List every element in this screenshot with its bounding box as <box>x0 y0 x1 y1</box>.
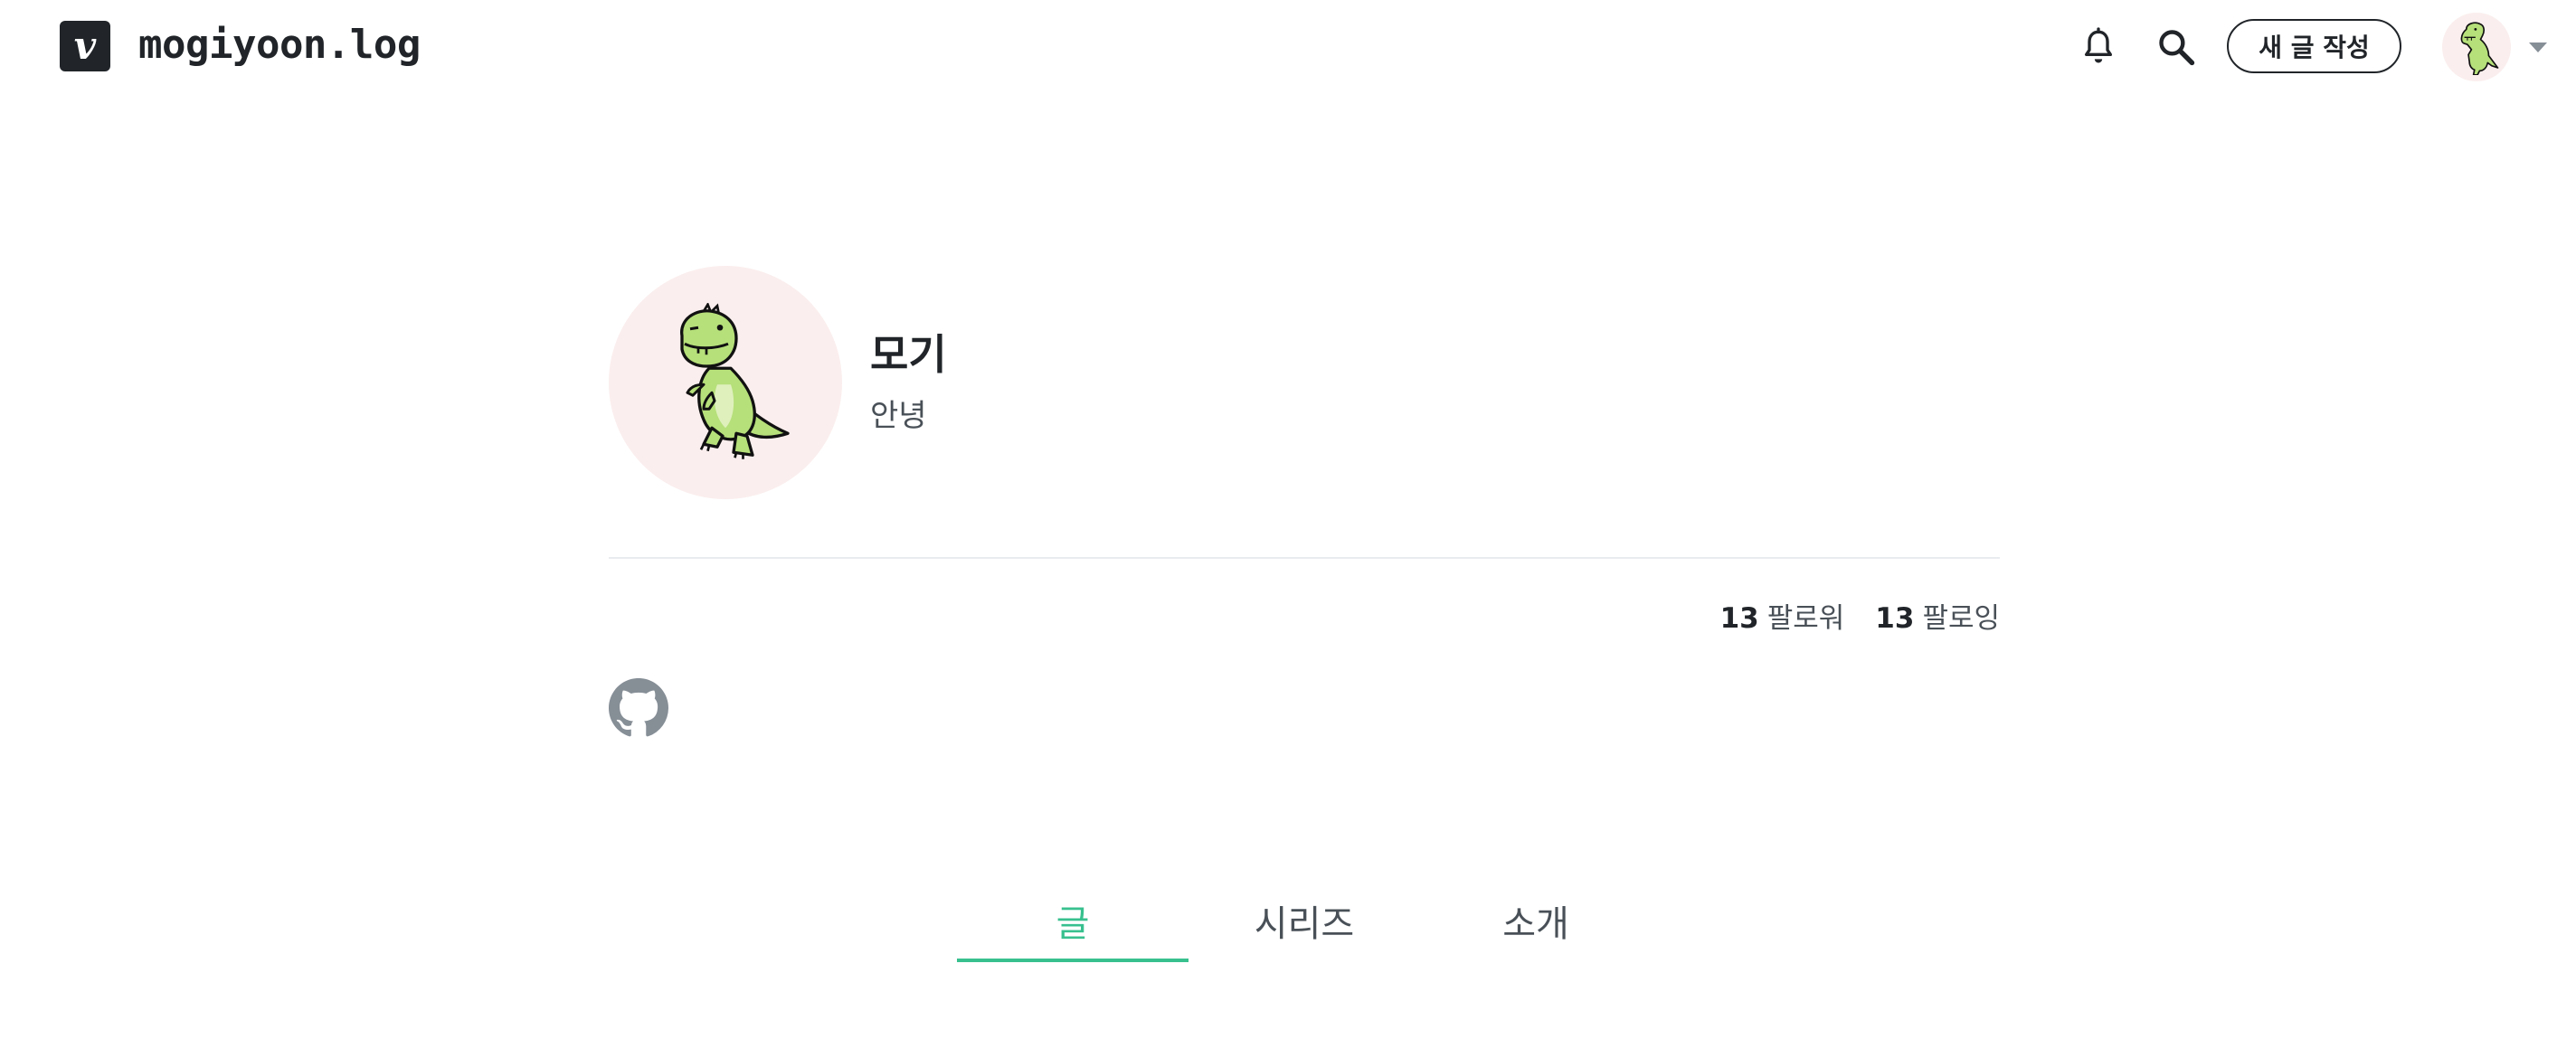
caret-down-icon <box>2529 42 2547 52</box>
following-count[interactable]: 13 <box>1875 599 1914 638</box>
followers-count[interactable]: 13 <box>1720 599 1759 638</box>
profile-avatar <box>609 266 842 499</box>
velog-logo[interactable]: v <box>60 21 110 71</box>
profile-display-name: 모기 <box>870 330 947 379</box>
tab-series[interactable]: 시리즈 <box>1189 883 1420 959</box>
user-avatar <box>2442 13 2511 81</box>
blog-title[interactable]: mogiyoon.log <box>138 22 421 69</box>
notifications-button[interactable] <box>2077 22 2120 72</box>
search-icon <box>2159 30 2195 66</box>
followers-label[interactable]: 팔로워 <box>1767 599 1845 638</box>
profile-tabs: 글 시리즈 소개 <box>957 883 1652 962</box>
new-post-button[interactable]: 새 글 작성 <box>2227 19 2401 73</box>
following-label[interactable]: 팔로잉 <box>1922 599 2000 638</box>
github-link[interactable] <box>609 678 668 738</box>
green-dinosaur-avatar <box>680 303 790 459</box>
user-menu[interactable] <box>2442 13 2560 81</box>
github-icon <box>609 678 668 737</box>
bell-icon <box>2085 27 2112 63</box>
tab-posts[interactable]: 글 <box>957 883 1189 959</box>
top-navigation-bar: v mogiyoon.log 새 글 작성 <box>0 0 2576 94</box>
follow-stats: 13 팔로워 13 팔로잉 <box>1720 599 2000 638</box>
profile-divider <box>609 557 2000 559</box>
profile-bio: 안녕 <box>870 398 927 434</box>
tab-about[interactable]: 소개 <box>1420 883 1652 959</box>
dinosaur-avatar-icon <box>2460 22 2499 75</box>
active-tab-indicator <box>957 959 1189 962</box>
search-button[interactable] <box>2153 22 2200 72</box>
